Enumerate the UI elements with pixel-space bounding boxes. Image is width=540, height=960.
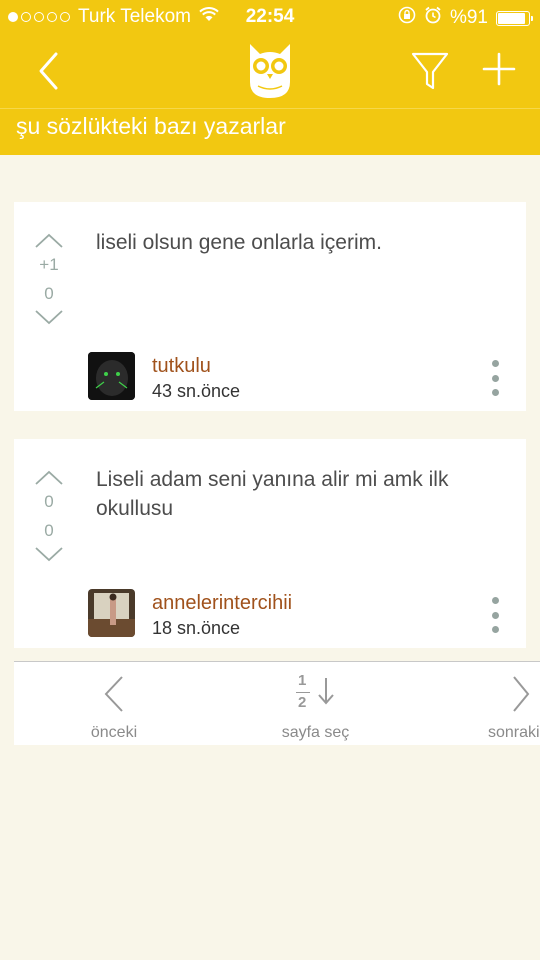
upvote-count: 0 bbox=[44, 492, 54, 511]
avatar[interactable] bbox=[88, 352, 135, 400]
more-options-icon[interactable] bbox=[490, 360, 500, 396]
upvote-count: +1 bbox=[39, 255, 59, 274]
next-page-label: sonraki bbox=[488, 724, 540, 741]
filter-icon bbox=[411, 52, 449, 90]
previous-page-button[interactable]: önceki bbox=[74, 662, 154, 745]
vote-panel: +1 0 bbox=[34, 232, 64, 326]
page-select-button[interactable]: 1 2 sayfa seç bbox=[268, 662, 363, 745]
downvote-count: 0 bbox=[44, 284, 54, 303]
chevron-right-icon bbox=[513, 676, 530, 712]
entry-card: +1 0 liseli olsun gene onlarla içerim. t… bbox=[14, 202, 526, 411]
plus-icon bbox=[482, 52, 516, 86]
nav-bar bbox=[0, 34, 540, 108]
avatar[interactable] bbox=[88, 589, 135, 637]
add-button[interactable] bbox=[481, 51, 517, 87]
battery-level bbox=[498, 12, 526, 24]
entry-time: 43 sn.önce bbox=[152, 381, 241, 401]
owl-logo-icon[interactable] bbox=[246, 42, 294, 100]
entry-card: 0 0 Liseli adam seni yanına alir mi amk … bbox=[14, 439, 526, 648]
upvote-icon[interactable] bbox=[34, 232, 64, 250]
chevron-left-icon bbox=[104, 676, 123, 712]
entry-text: Liseli adam seni yanına alir mi amk ilk … bbox=[96, 468, 449, 520]
upvote-icon[interactable] bbox=[34, 469, 64, 487]
battery-percent: %91 bbox=[449, 7, 488, 28]
topic-title[interactable]: şu sözlükteki bazı yazarlar bbox=[16, 113, 286, 140]
topic-header: şu sözlükteki bazı yazarlar bbox=[0, 108, 540, 155]
previous-page-label: önceki bbox=[90, 724, 138, 741]
rotation-lock-icon bbox=[398, 6, 416, 30]
entry-time: 18 sn.önce bbox=[152, 618, 241, 638]
entry-text: liseli olsun gene onlarla içerim. bbox=[96, 231, 382, 254]
filter-button[interactable] bbox=[410, 50, 450, 92]
author-name[interactable]: tutkulu bbox=[152, 355, 211, 378]
downvote-count: 0 bbox=[44, 521, 54, 540]
chevron-left-icon bbox=[39, 52, 58, 90]
battery-icon bbox=[496, 10, 533, 26]
author-name[interactable]: annelerintercihii bbox=[152, 592, 292, 615]
next-page-button[interactable]: sonraki bbox=[480, 662, 540, 745]
page-select-label: sayfa seç bbox=[281, 724, 350, 741]
pagination-bar: önceki 1 2 sayfa seç sonraki bbox=[14, 661, 540, 745]
page-select-icon: 1 2 bbox=[296, 672, 340, 716]
status-right: %91 bbox=[398, 6, 533, 30]
vote-panel: 0 0 bbox=[34, 469, 64, 563]
downvote-icon[interactable] bbox=[34, 308, 64, 326]
more-options-icon[interactable] bbox=[490, 597, 500, 633]
status-bar: Turk Telekom 22:54 %91 bbox=[0, 0, 540, 34]
back-button[interactable] bbox=[34, 50, 66, 92]
alarm-icon bbox=[424, 6, 442, 30]
downvote-icon[interactable] bbox=[34, 545, 64, 563]
